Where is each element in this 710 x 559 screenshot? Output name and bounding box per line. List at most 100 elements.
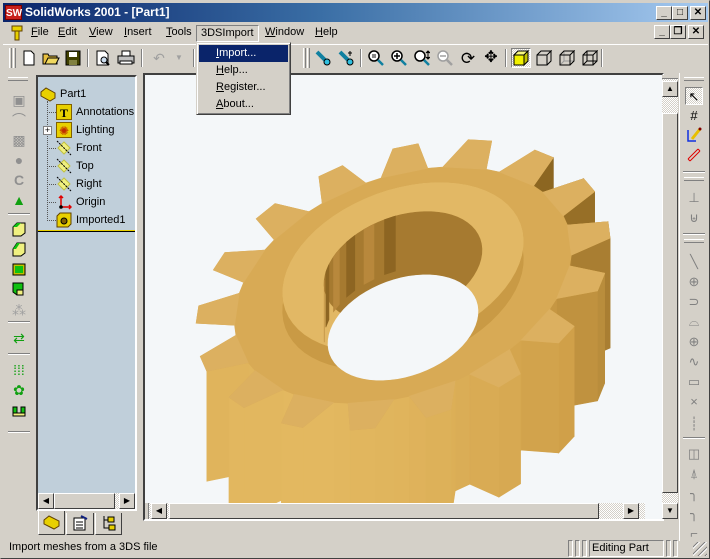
toolbar-grip[interactable]: [684, 77, 704, 81]
scroll-thumb[interactable]: [169, 503, 599, 519]
tangent-arc-icon[interactable]: ⌓: [685, 313, 703, 331]
mirror-sketch-icon[interactable]: ⍋: [685, 465, 703, 483]
solidworks-app-icon[interactable]: SW: [5, 5, 22, 20]
menu-window[interactable]: Window: [261, 25, 308, 42]
spline-icon[interactable]: ∿: [685, 353, 703, 371]
point-icon[interactable]: ×: [685, 393, 703, 411]
scroll-down-button[interactable]: ▼: [662, 503, 678, 519]
print-icon[interactable]: [116, 48, 136, 68]
hidden-lines-gray-icon[interactable]: [557, 48, 577, 68]
viewport-horizontal-scrollbar[interactable]: ◀ ▶: [145, 503, 645, 519]
close-button[interactable]: ✕: [690, 6, 706, 20]
expand-toggle[interactable]: +: [43, 126, 52, 135]
open-folder-icon[interactable]: [41, 48, 61, 68]
circle-icon[interactable]: ⊕: [685, 273, 703, 291]
scroll-left-button[interactable]: ◀: [38, 493, 54, 509]
zoom-area-icon[interactable]: [412, 48, 432, 68]
revolve-cut-icon[interactable]: ●: [10, 151, 28, 169]
hidden-lines-removed-icon[interactable]: [534, 48, 554, 68]
split-handle[interactable]: [662, 75, 678, 79]
property-manager-tab[interactable]: [66, 513, 94, 535]
linear-pattern-icon[interactable]: ⁞⁞⁞: [10, 361, 28, 379]
document-minimize-button[interactable]: _: [654, 25, 670, 39]
menu-item-help[interactable]: Help...: [199, 62, 288, 79]
print-preview-icon[interactable]: [93, 48, 113, 68]
rotate-view-icon[interactable]: ⟳: [458, 48, 478, 68]
document-close-button[interactable]: ✕: [688, 25, 704, 39]
scroll-left-button[interactable]: ◀: [151, 503, 167, 519]
hole-wizard-icon[interactable]: ⁂: [10, 301, 28, 319]
draft-icon[interactable]: [10, 281, 28, 299]
extrude-boss-icon[interactable]: ▣: [10, 91, 28, 109]
save-icon[interactable]: [63, 48, 83, 68]
gear-model[interactable]: [145, 75, 662, 519]
resize-grip[interactable]: [693, 542, 707, 556]
chamfer-icon[interactable]: [10, 241, 28, 259]
loft-icon[interactable]: ▲: [10, 191, 28, 209]
shaded-icon[interactable]: [511, 48, 531, 68]
menu-tools[interactable]: Tools: [162, 25, 196, 42]
configuration-manager-tab[interactable]: [95, 513, 122, 535]
scroll-up-button[interactable]: ▲: [662, 81, 678, 97]
toolbar-grip[interactable]: [684, 177, 704, 181]
extrude-sketch-icon[interactable]: ◫: [685, 445, 703, 463]
graphics-area[interactable]: ◀ ▶: [143, 73, 664, 521]
mirror-feature-icon[interactable]: [10, 401, 28, 419]
toolbar-grip[interactable]: [9, 48, 12, 68]
sketch-icon[interactable]: [685, 127, 703, 145]
add-relation-icon[interactable]: ⊥: [685, 189, 703, 207]
document-restore-button[interactable]: ❐: [670, 25, 686, 39]
rectangle-icon[interactable]: ▭: [685, 373, 703, 391]
revolve-boss-icon[interactable]: ⌒: [10, 111, 28, 129]
rollback-bar[interactable]: [38, 230, 135, 232]
feature-manager-tab[interactable]: [38, 511, 65, 535]
sketch-fillet-icon[interactable]: ╮: [685, 485, 703, 503]
menu-file[interactable]: File: [27, 25, 53, 42]
undo-icon[interactable]: ↶: [149, 48, 169, 68]
select-pointer-icon[interactable]: ↖: [685, 87, 703, 105]
select-icon[interactable]: [313, 48, 333, 68]
fillet-icon[interactable]: [10, 221, 28, 239]
smart-select-icon[interactable]: [336, 48, 356, 68]
three-point-arc-icon[interactable]: ⊕: [685, 333, 703, 351]
menu-insert[interactable]: Insert: [120, 25, 156, 42]
smart-dimension-icon[interactable]: [685, 147, 703, 165]
sweep-icon[interactable]: C: [10, 171, 28, 189]
toolbar-grip[interactable]: [684, 239, 704, 243]
zoom-in-icon[interactable]: [389, 48, 409, 68]
scroll-right-button[interactable]: ▶: [119, 493, 135, 509]
display-relations-icon[interactable]: ⊎: [685, 209, 703, 227]
menu-item-import[interactable]: Import...: [199, 45, 288, 62]
tree-horizontal-scrollbar[interactable]: ◀ ▶: [38, 493, 135, 509]
toolbar-grip[interactable]: [307, 48, 310, 68]
part-document-icon[interactable]: [11, 25, 23, 41]
pan-icon[interactable]: ✥: [481, 48, 501, 68]
title-bar[interactable]: SW SolidWorks 2001 - [Part1] _ □ ✕: [3, 3, 708, 22]
grid-icon[interactable]: #: [685, 107, 703, 125]
menu-help[interactable]: Help: [311, 25, 342, 42]
split-handle[interactable]: [145, 503, 149, 519]
minimize-button[interactable]: _: [656, 6, 672, 20]
menu-edit[interactable]: Edit: [54, 25, 81, 42]
scroll-thumb[interactable]: [662, 113, 678, 493]
viewport-vertical-scrollbar[interactable]: ▲ ▼: [662, 75, 678, 519]
sketch-chamfer-icon[interactable]: ╮: [685, 505, 703, 523]
scroll-right-button[interactable]: ▶: [623, 503, 639, 519]
extrude-cut-icon[interactable]: ▩: [10, 131, 28, 149]
toolbar-grip[interactable]: [303, 48, 306, 68]
zoom-out-icon[interactable]: [435, 48, 455, 68]
centerpoint-arc-icon[interactable]: ⊃: [685, 293, 703, 311]
toolbar-grip[interactable]: [8, 77, 28, 81]
menu-3dsimport[interactable]: 3DSImport: [196, 25, 259, 42]
circular-pattern-icon[interactable]: ✿: [10, 381, 28, 399]
undo-dropdown-icon[interactable]: ▼: [169, 48, 189, 68]
zoom-to-fit-icon[interactable]: [366, 48, 386, 68]
shell-icon[interactable]: [10, 261, 28, 279]
mirror-icon[interactable]: ⇄: [10, 329, 28, 347]
menu-item-about[interactable]: About...: [199, 96, 288, 113]
menu-item-register[interactable]: Register...: [199, 79, 288, 96]
wireframe-icon[interactable]: [580, 48, 600, 68]
menu-view[interactable]: View: [85, 25, 117, 42]
line-icon[interactable]: ╲: [685, 253, 703, 271]
scroll-thumb[interactable]: [54, 493, 115, 509]
